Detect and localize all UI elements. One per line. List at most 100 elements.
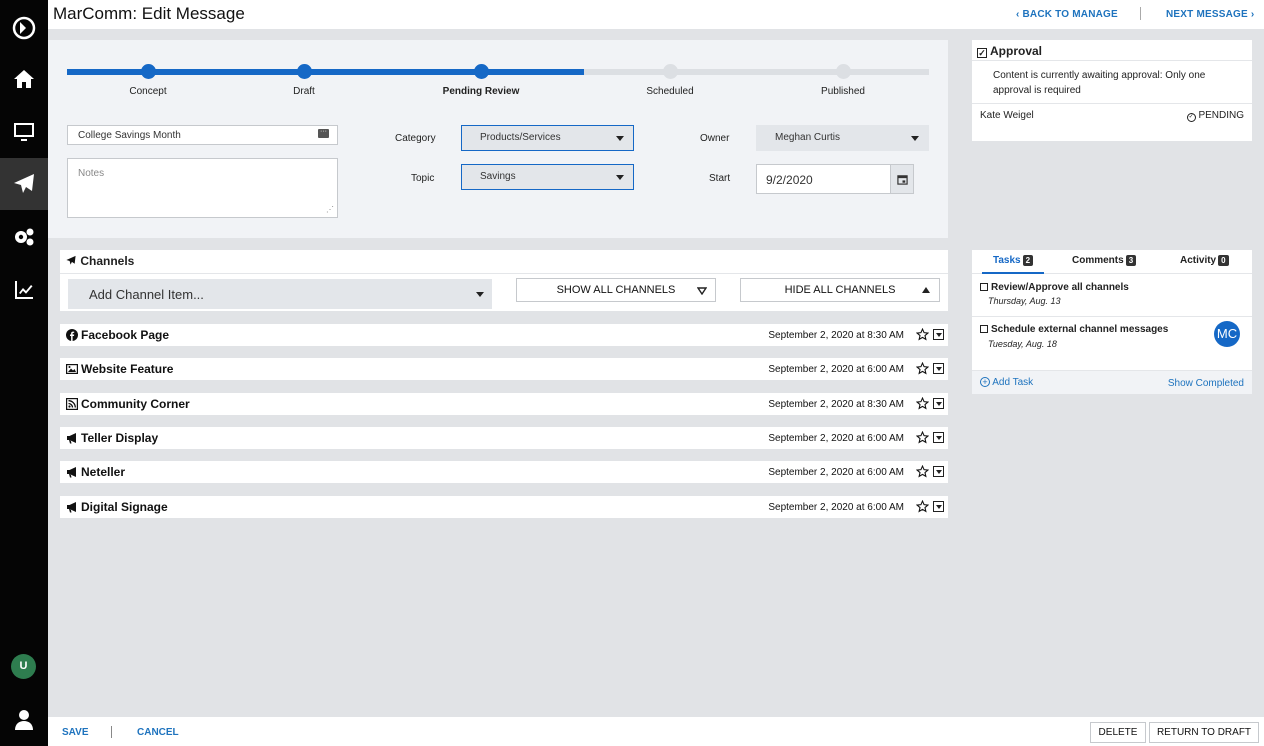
tab-activity[interactable]: Activity 0 xyxy=(1180,255,1229,266)
person-glyph xyxy=(15,710,33,730)
progress-step-label: Concept xyxy=(129,86,167,97)
channel-name: Teller Display xyxy=(81,431,159,445)
progress-step-label: Pending Review xyxy=(442,86,520,97)
return-to-draft-button[interactable]: RETURN TO DRAFT xyxy=(1149,722,1259,743)
approval-message: Content is currently awaiting approval: … xyxy=(993,70,1206,96)
star-icon[interactable] xyxy=(916,465,929,478)
settings-icon[interactable] xyxy=(0,211,48,263)
star-icon[interactable] xyxy=(916,431,929,444)
channel-row[interactable]: Digital Signage September 2, 2020 at 6:0… xyxy=(60,496,948,518)
hide-all-channels-button[interactable]: HIDE ALL CHANNELS xyxy=(740,278,940,302)
send-icon[interactable] xyxy=(0,158,48,210)
save-button[interactable]: SAVE xyxy=(62,727,89,738)
tab-tasks[interactable]: Tasks 2 xyxy=(982,255,1044,274)
channels-header: Channels xyxy=(60,250,948,273)
resize-handle-icon: ⋰ xyxy=(326,205,334,214)
channel-row[interactable]: Neteller September 2, 2020 at 6:00 AM xyxy=(60,461,948,483)
star-icon[interactable] xyxy=(916,328,929,341)
task-item[interactable]: Schedule external channel messages Tuesd… xyxy=(980,322,1180,349)
expand-icon[interactable] xyxy=(933,466,944,477)
profile-icon[interactable] xyxy=(0,694,48,746)
owner-value: Meghan Curtis xyxy=(775,132,841,143)
calendar-icon[interactable] xyxy=(890,165,913,193)
task-checkbox[interactable] xyxy=(980,325,988,333)
cancel-button[interactable]: CANCEL xyxy=(137,727,179,738)
topic-select[interactable]: Savings xyxy=(461,164,634,190)
facebook-icon xyxy=(66,329,78,341)
channel-row[interactable]: Website Feature September 2, 2020 at 6:0… xyxy=(60,358,948,380)
tab-comments[interactable]: Comments 3 xyxy=(1072,255,1137,266)
chevron-down-icon xyxy=(911,136,919,141)
channel-row[interactable]: Community Corner September 2, 2020 at 8:… xyxy=(60,393,948,415)
task-divider xyxy=(972,316,1252,317)
star-icon[interactable] xyxy=(916,500,929,513)
notes-field[interactable]: Notes ⋰ xyxy=(67,158,338,218)
task-item[interactable]: Review/Approve all channels Thursday, Au… xyxy=(980,282,1129,306)
task-title: Review/Approve all channels xyxy=(991,282,1129,293)
task-date: Thursday, Aug. 13 xyxy=(988,296,1061,306)
tab-tasks-label: Tasks xyxy=(992,255,1021,266)
monitor-glyph xyxy=(14,123,34,141)
category-value: Products/Services xyxy=(480,132,561,143)
analytics-icon[interactable] xyxy=(0,264,48,316)
tab-tasks-count: 2 xyxy=(1022,255,1034,266)
expand-icon[interactable] xyxy=(933,432,944,443)
start-label: Start xyxy=(709,173,731,184)
megaphone-glyph xyxy=(67,467,76,478)
star-icon[interactable] xyxy=(916,397,929,410)
progress-step-label: Published xyxy=(821,86,865,97)
show-all-channels-button[interactable]: SHOW ALL CHANNELS xyxy=(516,278,716,302)
channels-title: Channels xyxy=(80,254,135,268)
notes-placeholder: Notes xyxy=(78,168,105,179)
monitor-icon[interactable] xyxy=(0,106,48,158)
footer-bar: SAVE CANCEL DELETE RETURN TO DRAFT xyxy=(48,717,1264,746)
megaphone-glyph xyxy=(67,433,76,444)
approval-panel: ✓ Approval Content is currently awaiting … xyxy=(972,40,1252,141)
channel-name: Facebook Page xyxy=(81,328,170,342)
channel-row[interactable]: Facebook Page September 2, 2020 at 8:30 … xyxy=(60,324,948,346)
owner-select[interactable]: Meghan Curtis xyxy=(756,125,929,151)
channel-date: September 2, 2020 at 6:00 AM xyxy=(768,363,904,375)
page-title: MarComm: Edit Message xyxy=(53,4,245,23)
back-to-manage-link[interactable]: ‹ BACK TO MANAGE xyxy=(1016,9,1118,20)
more-icon[interactable]: ··· xyxy=(318,128,329,138)
channel-date: September 2, 2020 at 6:00 AM xyxy=(768,466,904,478)
megaphone-icon xyxy=(66,501,78,513)
checkbox-checked-icon: ✓ xyxy=(977,48,987,58)
task-checkbox[interactable] xyxy=(980,283,988,291)
expand-icon[interactable] xyxy=(933,329,944,340)
home-icon[interactable] xyxy=(0,53,48,105)
expand-icon[interactable] xyxy=(933,501,944,512)
add-task-link[interactable]: + Add Task xyxy=(980,377,1033,388)
channel-date: September 2, 2020 at 6:00 AM xyxy=(768,432,904,444)
title-value: College Savings Month xyxy=(78,130,181,141)
delete-button[interactable]: DELETE xyxy=(1090,722,1146,743)
chevron-down-icon xyxy=(616,136,624,141)
facebook-glyph xyxy=(66,329,78,341)
progress-step-dot xyxy=(297,64,312,79)
next-message-link[interactable]: NEXT MESSAGE › xyxy=(1166,9,1254,20)
tasks-panel: Tasks 2 Comments 3 Activity 0 Review/Approv… xyxy=(972,250,1252,394)
channel-name: Website Feature xyxy=(81,362,174,376)
start-date-field[interactable]: 9/2/2020 xyxy=(756,164,914,194)
sidebar: U xyxy=(0,0,48,746)
logo-mark xyxy=(12,16,36,40)
divider xyxy=(1140,7,1141,20)
expand-icon[interactable] xyxy=(933,363,944,374)
channel-row[interactable]: Teller Display September 2, 2020 at 6:00… xyxy=(60,427,948,449)
progress-step-label: Draft xyxy=(293,86,315,97)
user-avatar[interactable]: U xyxy=(11,654,36,679)
progress-step-dot xyxy=(836,64,851,79)
progress-step-dot xyxy=(474,64,489,79)
tab-activity-label: Activity xyxy=(1180,255,1217,266)
title-field[interactable]: College Savings Month ··· xyxy=(67,125,338,145)
show-completed-link[interactable]: Show Completed xyxy=(1168,378,1244,389)
category-select[interactable]: Products/Services xyxy=(461,125,634,151)
expand-icon[interactable] xyxy=(933,398,944,409)
add-channel-select[interactable]: Add Channel Item... xyxy=(68,279,492,309)
logo-icon[interactable] xyxy=(0,2,48,54)
megaphone-glyph xyxy=(67,502,76,513)
assignee-avatar[interactable]: MC xyxy=(1214,321,1240,347)
rss-icon xyxy=(66,398,78,410)
star-icon[interactable] xyxy=(916,362,929,375)
